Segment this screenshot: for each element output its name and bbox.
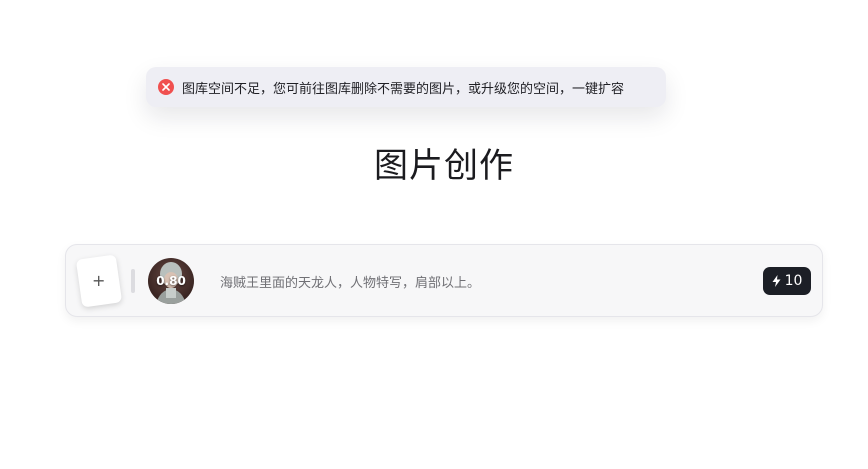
upload-image-button[interactable]: + bbox=[75, 254, 123, 308]
toast-message: 图库空间不足，您可前往图库删除不需要的图片，或升级您的空间，一键扩容 bbox=[182, 81, 625, 97]
prompt-bar: + 0.80 海贼王里面的天龙人，人物特写，肩部以上。 10 bbox=[65, 244, 823, 317]
prompt-input[interactable] bbox=[216, 267, 744, 295]
reference-strength-value: 0.80 bbox=[156, 274, 186, 288]
page: 图库空间不足，您可前往图库删除不需要的图片，或升级您的空间，一键扩容 图片创作 … bbox=[0, 0, 868, 469]
generate-credits-button[interactable]: 10 bbox=[763, 267, 811, 295]
error-toast: 图库空间不足，您可前往图库删除不需要的图片，或升级您的空间，一键扩容 bbox=[146, 67, 666, 107]
credits-value: 10 bbox=[784, 273, 803, 289]
plus-icon: + bbox=[92, 271, 106, 290]
page-title: 图片创作 bbox=[374, 146, 514, 186]
divider bbox=[131, 269, 135, 293]
lightning-icon bbox=[772, 275, 781, 287]
error-circle-icon bbox=[158, 79, 174, 95]
reference-image-thumbnail[interactable]: 0.80 bbox=[148, 258, 194, 304]
